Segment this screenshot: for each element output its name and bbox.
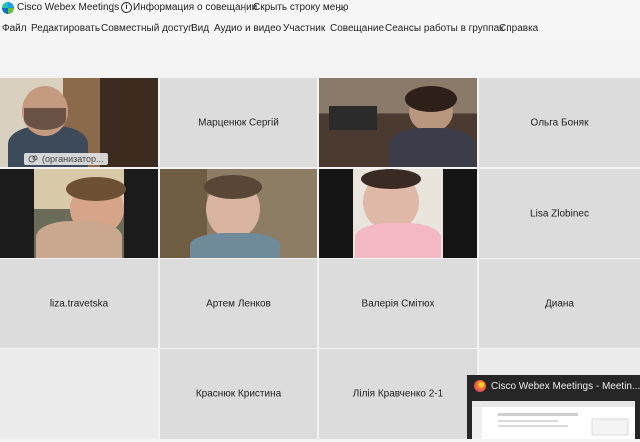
menu-breakout[interactable]: Сеансы работы в группах [385,23,504,34]
participant-name: Валерія Смітюх [361,298,435,309]
participant-tile[interactable]: Ольга Боняк [479,78,640,167]
participant-tile[interactable]: Марценюк Сергій [160,78,317,167]
participant-tile[interactable]: liza.travetska [0,259,158,348]
webex-logo-icon [2,2,14,14]
menu-help[interactable]: Справка [499,23,538,34]
app-title: Cisco Webex Meetings [17,2,120,13]
menu-bar: Файл Редактировать Совместный доступ Вид… [0,16,640,40]
video-tile[interactable] [0,169,158,258]
menu-participant[interactable]: Участник [283,23,325,34]
taskbar-thumbnail[interactable]: Cisco Webex Meetings - Meetin... [467,375,640,439]
participant-tile[interactable]: Артем Ленков [160,259,317,348]
hide-menu-button[interactable]: Скрыть строку меню [253,2,348,13]
info-icon[interactable]: i [121,2,132,13]
thumbnail-title: Cisco Webex Meetings - Meetin... [491,381,640,392]
video-tile[interactable] [319,78,477,167]
participant-name: Артем Ленков [206,298,271,309]
divider [245,3,246,13]
menu-edit[interactable]: Редактировать [31,23,100,34]
participant-tile[interactable]: Краснюк Кристина [160,349,317,439]
participant-tile[interactable]: Валерія Смітюх [319,259,477,348]
participant-name: Диана [544,298,574,309]
audio-icon [28,155,38,163]
participant-name: Lisa Zlobinec [530,208,589,219]
video-tile[interactable] [160,169,317,258]
thumbnail-preview [472,401,635,439]
participant-tile[interactable]: Lisa Zlobinec [479,169,640,258]
participant-name: Лілія Кравченко 2-1 [352,388,444,400]
video-tile[interactable] [319,169,477,258]
preview-image [472,401,635,439]
video-tile-organizer[interactable]: (организатор... [0,78,158,167]
title-bar: Cisco Webex Meetings i Информация о сове… [0,0,640,16]
divider [113,3,114,13]
meeting-info-button[interactable]: Информация о совещании [133,2,257,13]
participant-name: Марценюк Сергій [198,117,279,128]
firefox-icon [474,380,486,392]
chevron-up-icon[interactable]: ︿ [337,1,346,14]
organizer-label: (организатор... [24,153,108,165]
participant-tile[interactable]: Диана [479,259,640,348]
participant-name: Ольга Боняк [530,117,589,128]
participant-tile[interactable]: Лілія Кравченко 2-1 [319,349,477,439]
empty-tile [0,349,158,439]
participant-name: liza.travetska [49,298,109,309]
menu-share[interactable]: Совместный доступ [101,23,194,34]
menu-audio-video[interactable]: Аудио и видео [214,23,281,34]
menu-file[interactable]: Файл [2,23,27,34]
participant-name: Краснюк Кристина [195,388,282,400]
menu-view[interactable]: Вид [191,23,209,34]
organizer-role: (организатор... [42,154,104,164]
menu-meeting[interactable]: Совещание [330,23,384,34]
